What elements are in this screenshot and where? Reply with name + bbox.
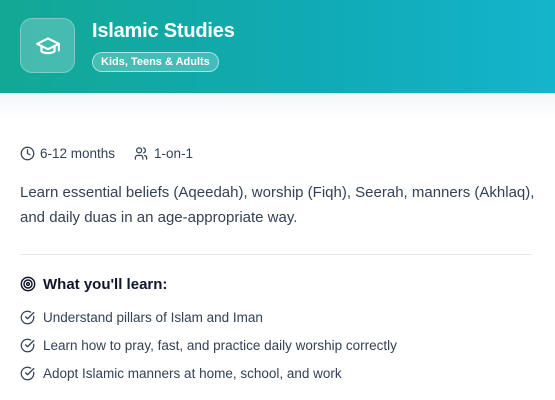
course-header: Islamic Studies Kids, Teens & Adults — [0, 0, 555, 93]
format-meta: 1-on-1 — [133, 146, 193, 161]
learn-heading: What you'll learn: — [20, 274, 167, 294]
list-item: Understand pillars of Islam and Iman — [20, 308, 397, 326]
course-card: Islamic Studies Kids, Teens & Adults 6-1… — [0, 0, 555, 400]
section-divider — [20, 254, 532, 255]
duration-text: 6-12 months — [40, 145, 116, 161]
list-item-text: Learn how to pray, fast, and practice da… — [43, 337, 397, 353]
graduation-cap-icon — [35, 36, 60, 54]
target-icon — [20, 276, 36, 292]
check-circle-icon — [20, 310, 35, 324]
format-text: 1-on-1 — [154, 145, 194, 161]
course-title: Islamic Studies — [92, 20, 235, 42]
list-item-text: Understand pillars of Islam and Iman — [43, 309, 263, 325]
list-item: Learn how to pray, fast, and practice da… — [20, 336, 397, 354]
list-item-text: Adopt Islamic manners at home, school, a… — [43, 365, 342, 381]
check-circle-icon — [20, 366, 35, 380]
users-icon — [134, 146, 148, 160]
course-description: Learn essential beliefs (Aqeedah), worsh… — [20, 184, 535, 226]
learn-list: Understand pillars of Islam and Iman Lea… — [20, 308, 397, 392]
course-meta: 6-12 months 1-on-1 — [20, 144, 193, 162]
duration-meta: 6-12 months — [20, 146, 115, 161]
audience-badge: Kids, Teens & Adults — [92, 52, 219, 72]
list-item: Adopt Islamic manners at home, school, a… — [20, 364, 397, 382]
learn-heading-text: What you'll learn: — [43, 275, 168, 293]
course-icon-box — [20, 18, 75, 73]
clock-icon — [20, 146, 35, 160]
check-circle-icon — [20, 338, 35, 352]
header-divider-strip — [0, 93, 555, 119]
